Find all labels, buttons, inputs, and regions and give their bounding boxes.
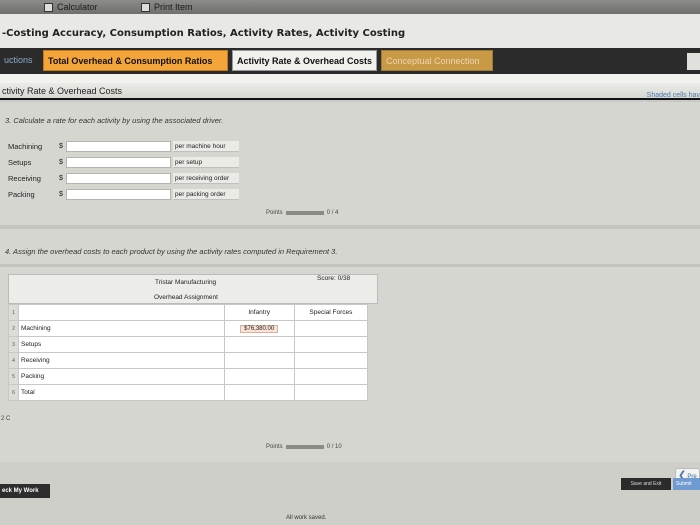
rate-unit: per packing order xyxy=(173,189,239,200)
machining-infantry-cell[interactable]: $76,380.00 xyxy=(223,320,295,337)
save-status: All work saved. xyxy=(286,515,327,521)
tab-total-overhead[interactable]: Total Overhead & Consumption Ratios xyxy=(43,50,228,71)
col-header-infantry: Infantry xyxy=(223,304,295,321)
packing-infantry-cell[interactable] xyxy=(223,368,295,385)
machining-infantry-value: $76,380.00 xyxy=(240,324,279,333)
tab-strip xyxy=(0,74,700,83)
sheet-header: Tristar Manufacturing Overhead Assignmen… xyxy=(8,274,378,304)
tab-conceptual-connection[interactable]: Conceptual Connection xyxy=(381,50,493,71)
overhead-assignment-sheet: Tristar Manufacturing Overhead Assignmen… xyxy=(7,274,378,401)
table-row: 5 Packing xyxy=(7,368,369,385)
calculator-icon xyxy=(44,2,53,12)
section-divider xyxy=(0,264,700,267)
receiving-infantry-cell[interactable] xyxy=(223,352,295,369)
table-row: 2 Machining $76,380.00 xyxy=(7,320,369,337)
submit-button[interactable]: Submit xyxy=(673,478,700,490)
sheet-title: Overhead Assignment xyxy=(154,294,218,301)
rate-label: Receiving xyxy=(8,174,41,183)
currency-symbol: $ xyxy=(59,175,63,182)
rate-row-setups: Setups $ per setup xyxy=(7,156,239,169)
company-name: Tristar Manufacturing xyxy=(155,279,217,286)
section-title: ctivity Rate & Overhead Costs xyxy=(2,86,123,96)
row-label: Receiving xyxy=(18,352,225,369)
shaded-cells-note: Shaded cells hav xyxy=(646,92,700,99)
packing-special-forces-cell[interactable] xyxy=(293,368,369,385)
req3-instruction: 3. Calculate a rate for each activity by… xyxy=(5,116,224,125)
assignment-header: -Costing Accuracy, Consumption Ratios, A… xyxy=(0,14,700,48)
row-number: 1 xyxy=(7,304,20,321)
rate-row-packing: Packing $ per packing order xyxy=(7,188,239,201)
machining-rate-input[interactable] xyxy=(66,141,171,152)
print-item-label: Print Item xyxy=(154,2,193,12)
row-label xyxy=(18,304,225,321)
rate-unit: per receiving order xyxy=(173,173,239,184)
currency-symbol: $ xyxy=(59,143,63,150)
top-toolbar: Calculator Print Item xyxy=(0,0,700,14)
rate-unit: per setup xyxy=(173,157,239,168)
row-label: Machining xyxy=(18,320,225,337)
receiving-special-forces-cell[interactable] xyxy=(293,352,369,369)
rate-unit: per machine hour xyxy=(173,141,239,152)
print-item-button[interactable]: Print Item xyxy=(141,1,193,13)
table-row: 6 Total xyxy=(7,384,369,401)
points-value: 0 / 10 xyxy=(326,444,342,450)
points-label: Points xyxy=(266,210,283,216)
row-number: 2 xyxy=(7,320,20,337)
row-label: Total xyxy=(18,384,225,401)
packing-rate-input[interactable] xyxy=(66,189,171,200)
rate-row-receiving: Receiving $ per receiving order xyxy=(7,172,239,185)
points-progress-bar xyxy=(285,445,324,449)
rate-label: Packing xyxy=(8,190,35,199)
points-label: Points xyxy=(266,444,283,450)
footer xyxy=(0,462,700,525)
overhead-table: 1 Infantry Special Forces 2 Machining $7… xyxy=(7,304,369,401)
section-divider xyxy=(0,225,700,229)
table-row: 4 Receiving xyxy=(7,352,369,369)
currency-symbol: $ xyxy=(59,159,63,166)
content-area: 3. Calculate a rate for each activity by… xyxy=(0,102,700,462)
tab-activity-rate[interactable]: Activity Rate & Overhead Costs xyxy=(232,50,377,71)
total-infantry-cell[interactable] xyxy=(223,384,295,401)
rate-label: Machining xyxy=(8,142,43,151)
points-value: 0 / 4 xyxy=(326,210,339,216)
table-row: 1 Infantry Special Forces xyxy=(7,304,369,321)
assignment-title: -Costing Accuracy, Consumption Ratios, A… xyxy=(2,28,406,39)
section-bar: ctivity Rate & Overhead Costs Shaded cel… xyxy=(0,83,700,100)
row-number: 5 xyxy=(7,368,20,385)
tab-bar-edge xyxy=(687,53,700,70)
points-progress-bar xyxy=(285,211,324,215)
row-number: 6 xyxy=(7,384,20,401)
row-label: Setups xyxy=(18,336,225,353)
rate-label: Setups xyxy=(8,158,32,167)
receiving-rate-input[interactable] xyxy=(66,173,171,184)
currency-symbol: $ xyxy=(59,191,63,198)
save-and-exit-button[interactable]: Save and Exit xyxy=(621,478,671,490)
row-number: 3 xyxy=(7,336,20,353)
machining-special-forces-cell[interactable] xyxy=(293,320,369,337)
req3-points: Points 0 / 4 xyxy=(266,210,338,216)
print-icon xyxy=(141,2,150,12)
score-label: Score: 0/38 xyxy=(317,275,351,282)
tab-instructions[interactable]: uctions xyxy=(0,50,40,71)
rate-row-machining: Machining $ per machine hour xyxy=(7,140,239,153)
col-header-special-forces: Special Forces xyxy=(293,304,369,321)
check-my-work-button[interactable]: eck My Work xyxy=(0,484,50,498)
table-row: 3 Setups xyxy=(7,336,369,353)
row-label: Packing xyxy=(18,368,225,385)
row-number: 4 xyxy=(7,352,20,369)
calculator-label: Calculator xyxy=(57,2,98,12)
calculator-button[interactable]: Calculator xyxy=(44,1,98,13)
req4-instruction: 4. Assign the overhead costs to each pro… xyxy=(5,247,338,256)
tab-bar: uctions Total Overhead & Consumption Rat… xyxy=(0,48,700,74)
total-special-forces-cell[interactable] xyxy=(293,384,369,401)
req4-points: Points 0 / 10 xyxy=(266,444,342,450)
side-cell-label: 2 C xyxy=(1,416,11,422)
setups-infantry-cell[interactable] xyxy=(223,336,295,353)
setups-rate-input[interactable] xyxy=(66,157,171,168)
setups-special-forces-cell[interactable] xyxy=(293,336,369,353)
